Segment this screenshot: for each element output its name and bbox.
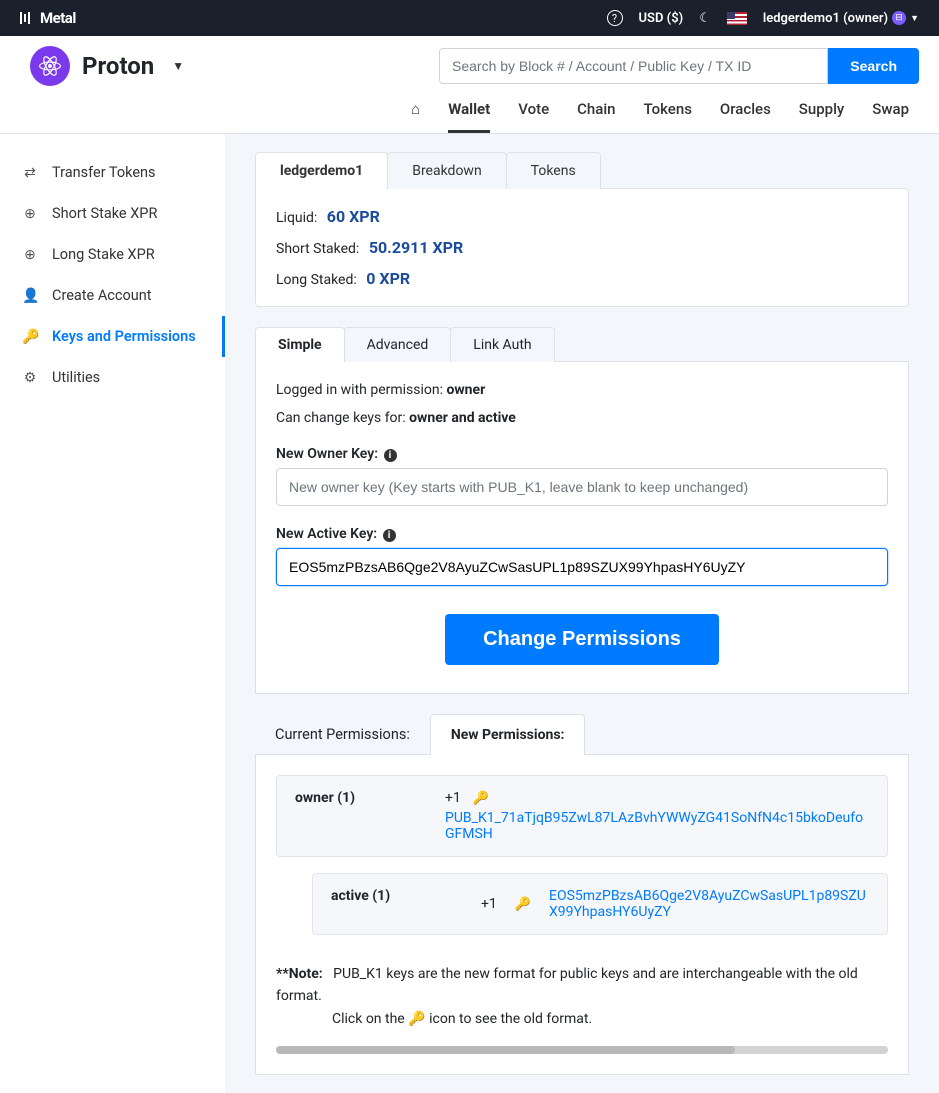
active-key-label: New Active Key: i <box>276 526 888 542</box>
key-icon: 🔑 <box>408 1011 425 1027</box>
permission-row-active: active (1) +1 🔑 EOS5mzPBzsAB6Qge2V8AyuZC… <box>312 873 888 935</box>
key-icon: 🔑 <box>22 329 38 345</box>
note-text: **Note: PUB_K1 keys are the new format f… <box>276 963 888 1030</box>
proton-logo-icon <box>30 46 70 86</box>
nav-vote[interactable]: Vote <box>518 100 549 133</box>
sidebar-item-utilities[interactable]: ⚙ Utilities <box>0 357 225 398</box>
new-permissions-tab[interactable]: New Permissions: <box>430 714 586 755</box>
perm-active-weight: +1 <box>481 896 497 912</box>
change-permissions-button[interactable]: Change Permissions <box>445 614 719 665</box>
perm-owner-weight: +1 <box>445 790 461 806</box>
owner-key-input[interactable] <box>276 468 888 506</box>
gear-icon: ⚙ <box>22 370 38 386</box>
tab-tokens[interactable]: Tokens <box>506 152 601 189</box>
horizontal-scrollbar[interactable] <box>276 1046 888 1054</box>
liquid-label: Liquid: <box>276 210 317 226</box>
nav-home[interactable]: ⌂ <box>411 100 420 133</box>
sidebar-label: Keys and Permissions <box>52 328 196 345</box>
home-icon: ⌂ <box>411 100 420 118</box>
chain-selector[interactable]: Proton ▼ <box>30 46 184 86</box>
currency-selector[interactable]: USD ($) <box>639 11 684 26</box>
active-key-input[interactable] <box>276 548 888 586</box>
help-icon[interactable]: ? <box>607 10 623 26</box>
info-icon[interactable]: i <box>384 449 397 462</box>
short-staked-value: 50.2911 XPR <box>369 238 463 257</box>
sidebar-item-long-stake[interactable]: ⊕ Long Stake XPR <box>0 234 225 275</box>
sidebar-item-create-account[interactable]: 👤 Create Account <box>0 275 225 316</box>
tab-advanced[interactable]: Advanced <box>344 327 452 362</box>
logged-in-text: Logged in with permission: owner <box>276 382 888 398</box>
short-staked-label: Short Staked: <box>276 241 359 257</box>
user-ledger-icon: ⊟ <box>892 11 906 25</box>
globe-icon: ⊕ <box>22 247 38 263</box>
sidebar-item-short-stake[interactable]: ⊕ Short Stake XPR <box>0 193 225 234</box>
long-staked-value: 0 XPR <box>366 269 410 288</box>
tab-simple[interactable]: Simple <box>255 327 345 362</box>
info-icon[interactable]: i <box>383 529 396 542</box>
owner-key-label: New Owner Key: i <box>276 446 888 462</box>
sidebar-label: Transfer Tokens <box>52 164 156 181</box>
chain-name: Proton <box>82 52 154 80</box>
perm-owner-name: owner (1) <box>295 790 385 842</box>
sidebar-label: Utilities <box>52 369 100 386</box>
long-staked-label: Long Staked: <box>276 272 357 288</box>
user-menu[interactable]: ledgerdemo1 (owner) ⊟ ▼ <box>763 11 919 26</box>
search-input[interactable] <box>439 48 828 84</box>
metal-logo-icon <box>20 12 30 24</box>
sidebar-label: Long Stake XPR <box>52 246 155 263</box>
brand-metal: Metal <box>40 9 76 27</box>
globe-icon: ⊕ <box>22 206 38 222</box>
nav-supply[interactable]: Supply <box>799 100 844 133</box>
tab-link-auth[interactable]: Link Auth <box>450 327 554 362</box>
locale-flag-icon[interactable] <box>727 12 747 25</box>
sidebar-label: Short Stake XPR <box>52 205 157 222</box>
sidebar-item-keys-permissions[interactable]: 🔑 Keys and Permissions <box>0 316 225 357</box>
perm-active-key[interactable]: EOS5mzPBzsAB6Qge2V8AyuZCwSasUPL1p89SZUX9… <box>549 888 869 920</box>
perm-active-name: active (1) <box>331 888 421 920</box>
can-change-text: Can change keys for: owner and active <box>276 410 888 426</box>
caret-down-icon: ▼ <box>910 13 919 24</box>
liquid-value: 60 XPR <box>327 207 380 226</box>
nav-swap[interactable]: Swap <box>872 100 909 133</box>
key-icon[interactable]: 🔑 <box>473 791 489 806</box>
user-label: ledgerdemo1 (owner) <box>763 11 888 26</box>
key-icon[interactable]: 🔑 <box>515 897 531 912</box>
chevron-down-icon: ▼ <box>172 59 184 73</box>
user-icon: 👤 <box>22 288 38 304</box>
transfer-icon: ⇄ <box>22 165 38 181</box>
perm-owner-key[interactable]: PUB_K1_71aTjqB95ZwL87LAzBvhYWWyZG41SoNfN… <box>445 810 869 842</box>
sidebar-label: Create Account <box>52 287 151 304</box>
sidebar-item-transfer[interactable]: ⇄ Transfer Tokens <box>0 152 225 193</box>
nav-wallet[interactable]: Wallet <box>448 100 490 133</box>
permission-row-owner: owner (1) +1 🔑 PUB_K1_71aTjqB95ZwL87LAzB… <box>276 775 888 857</box>
tab-breakdown[interactable]: Breakdown <box>387 152 506 189</box>
nav-tokens[interactable]: Tokens <box>644 100 692 133</box>
nav-chain[interactable]: Chain <box>577 100 615 133</box>
current-permissions-tab[interactable]: Current Permissions: <box>255 714 430 755</box>
nav-oracles[interactable]: Oracles <box>720 100 771 133</box>
tab-account[interactable]: ledgerdemo1 <box>255 152 388 189</box>
search-button[interactable]: Search <box>828 48 919 84</box>
theme-toggle-icon[interactable]: ☾ <box>699 11 711 26</box>
